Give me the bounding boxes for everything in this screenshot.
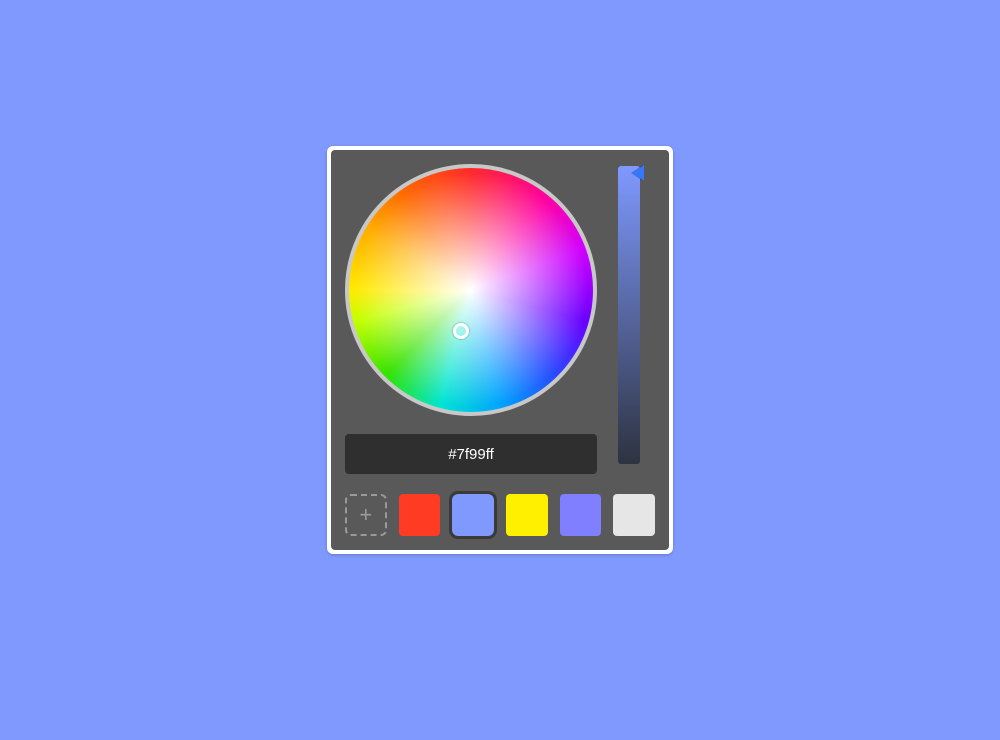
color-wheel-area xyxy=(345,164,597,474)
picker-top-row xyxy=(345,164,655,474)
brightness-column xyxy=(615,164,643,464)
hex-field xyxy=(345,434,597,474)
swatch-row: + xyxy=(345,494,655,536)
color-picker-panel: + xyxy=(327,146,673,554)
add-swatch-button[interactable]: + xyxy=(345,494,387,536)
brightness-slider[interactable] xyxy=(618,166,640,464)
color-wheel[interactable] xyxy=(345,164,597,416)
swatch-4[interactable] xyxy=(613,494,655,536)
hex-input[interactable] xyxy=(345,446,597,463)
swatch-1[interactable] xyxy=(452,494,494,536)
color-picker-inner: + xyxy=(331,150,669,550)
swatch-2[interactable] xyxy=(506,494,548,536)
plus-icon: + xyxy=(359,504,372,526)
color-wheel-cursor-icon[interactable] xyxy=(453,323,469,339)
swatch-0[interactable] xyxy=(399,494,441,536)
swatch-3[interactable] xyxy=(560,494,602,536)
brightness-thumb-icon[interactable] xyxy=(632,165,644,181)
